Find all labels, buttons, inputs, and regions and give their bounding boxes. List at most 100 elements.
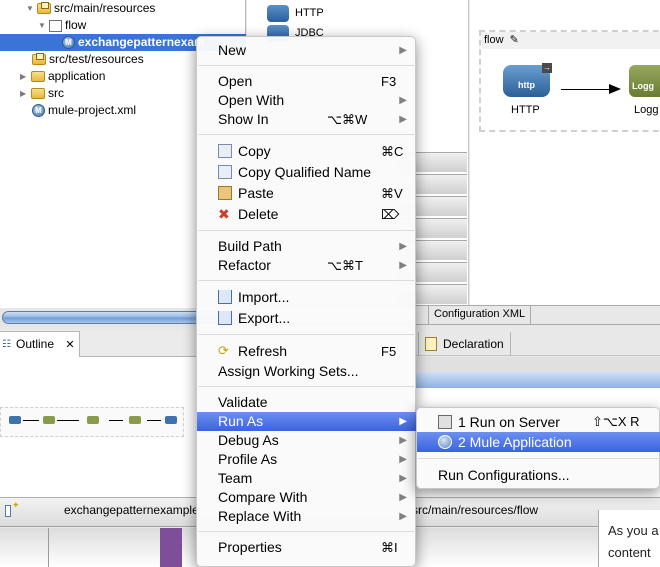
menu-separator bbox=[198, 280, 416, 281]
menu-item-profile-as[interactable]: Profile As ▶ bbox=[197, 450, 417, 469]
tree-item-label: mule-project.xml bbox=[48, 103, 137, 117]
menu-item-copy[interactable]: Copy ⌘C bbox=[197, 142, 417, 161]
tree-item-label: flow bbox=[65, 18, 87, 32]
http-node-label: HTTP bbox=[511, 104, 540, 116]
outline-flow-thumbnail[interactable] bbox=[0, 407, 184, 437]
tree-item-src[interactable]: ▶ src bbox=[20, 85, 64, 102]
new-window-icon[interactable] bbox=[5, 505, 11, 517]
expand-triangle-icon[interactable]: ▼ bbox=[38, 21, 47, 30]
menu-item-label: Refactor bbox=[218, 257, 271, 273]
menu-shortcut: F3 bbox=[381, 74, 397, 89]
submenu-item-mule-application[interactable]: 2 Mule Application bbox=[417, 432, 660, 452]
menu-shortcut: ⌥⌘T bbox=[327, 258, 363, 273]
menu-item-open[interactable]: Open F3 bbox=[197, 72, 417, 91]
menu-item-new[interactable]: New ▶ bbox=[197, 41, 417, 60]
outline-icon: ☷ bbox=[2, 339, 11, 350]
http-node[interactable]: http → bbox=[503, 63, 552, 97]
tree-item-label: application bbox=[48, 69, 106, 83]
menu-item-label: Properties bbox=[218, 539, 282, 555]
mini-arrow bbox=[57, 420, 79, 421]
menu-item-label: Open With bbox=[218, 92, 285, 108]
mini-arrow bbox=[23, 420, 39, 421]
menu-item-label: Build Path bbox=[218, 238, 282, 254]
tree-item-src-main-resources[interactable]: ▼ src/main/resources bbox=[26, 0, 155, 17]
properties-toolbar bbox=[416, 357, 660, 372]
tab-declaration[interactable]: Declaration bbox=[418, 332, 511, 356]
tab-outline[interactable]: ☷ Outline ✕ bbox=[0, 331, 80, 357]
properties-header bbox=[416, 372, 660, 388]
menu-item-replace-with[interactable]: Replace With ▶ bbox=[197, 507, 417, 526]
expand-triangle-icon[interactable]: ▼ bbox=[26, 4, 35, 13]
menu-item-paste[interactable]: Paste ⌘V bbox=[197, 184, 417, 203]
menu-item-debug-as[interactable]: Debug As ▶ bbox=[197, 431, 417, 450]
menu-item-copy-qualified-name[interactable]: Copy Qualified Name bbox=[197, 163, 417, 182]
tree-item-mule-project-xml[interactable]: M mule-project.xml bbox=[32, 102, 136, 119]
submenu-item-label: 2 Mule Application bbox=[458, 434, 572, 450]
tree-item-src-test-resources[interactable]: src/test/resources bbox=[32, 51, 144, 68]
menu-item-label: Compare With bbox=[218, 489, 308, 505]
flow-container[interactable]: flow ✎ http → HTTP Logg Logg bbox=[479, 30, 660, 132]
menu-item-properties[interactable]: Properties ⌘I bbox=[197, 538, 417, 557]
menu-item-validate[interactable]: Validate bbox=[197, 393, 417, 412]
mini-arrow bbox=[147, 420, 161, 421]
flow-arrow-head bbox=[609, 84, 621, 94]
menu-item-team[interactable]: Team ▶ bbox=[197, 469, 417, 488]
menu-item-label: Show In bbox=[218, 111, 269, 127]
menu-shortcut: ⌦ bbox=[381, 207, 400, 222]
palette-item-label: HTTP bbox=[295, 7, 324, 19]
context-menu: New ▶ Open F3 Open With ▶ Show In ⌥⌘W ▶ Copy ⌘… bbox=[196, 36, 417, 567]
menu-shortcut: ⌘I bbox=[381, 540, 398, 555]
submenu-arrow-icon: ▶ bbox=[399, 114, 407, 125]
palette-item-http[interactable]: HTTP bbox=[267, 3, 324, 23]
menu-item-run-as[interactable]: Run As ▶ bbox=[197, 412, 417, 431]
package-folder-icon bbox=[37, 2, 51, 14]
submenu-arrow-icon: ▶ bbox=[399, 45, 407, 56]
submenu-arrow-icon: ▶ bbox=[399, 454, 407, 465]
status-project: exchangepatternexample bbox=[64, 503, 199, 517]
tab-configuration-xml[interactable]: Configuration XML bbox=[428, 305, 532, 325]
menu-item-export[interactable]: Export... bbox=[197, 309, 417, 328]
divider bbox=[48, 528, 49, 567]
submenu-arrow-icon: ▶ bbox=[399, 241, 407, 252]
import-icon bbox=[218, 290, 232, 304]
globe-icon bbox=[267, 4, 289, 22]
doc-text-line: As you a bbox=[608, 523, 659, 538]
edit-icon[interactable]: ✎ bbox=[510, 34, 519, 46]
logger-node-icon-text: Logg bbox=[632, 81, 654, 91]
menu-item-delete[interactable]: ✖ Delete ⌦ bbox=[197, 205, 417, 224]
menu-item-import[interactable]: Import... bbox=[197, 288, 417, 307]
flow-arrow bbox=[561, 89, 613, 90]
menu-item-show-in[interactable]: Show In ⌥⌘W ▶ bbox=[197, 110, 417, 129]
collapse-triangle-icon[interactable]: ▶ bbox=[20, 89, 29, 98]
logger-node-label: Logg bbox=[634, 104, 659, 116]
logger-node[interactable]: Logg bbox=[629, 65, 660, 97]
menu-item-refresh[interactable]: ⟳ Refresh F5 bbox=[197, 342, 417, 361]
fast-view-icon[interactable]: ✦ bbox=[12, 500, 20, 511]
submenu-item-label: Run Configurations... bbox=[438, 467, 570, 483]
menu-shortcut: ⌘C bbox=[381, 144, 404, 159]
menu-item-label: New bbox=[218, 42, 247, 58]
close-icon[interactable]: ✕ bbox=[65, 339, 74, 351]
menu-shortcut: ⇧⌥X R bbox=[592, 414, 640, 429]
mule-icon bbox=[438, 435, 452, 449]
menu-item-refactor[interactable]: Refactor ⌥⌘T ▶ bbox=[197, 256, 417, 275]
tree-item-flow[interactable]: ▼ flow bbox=[38, 17, 86, 34]
menu-item-build-path[interactable]: Build Path ▶ bbox=[197, 237, 417, 256]
menu-item-label: Team bbox=[218, 470, 253, 486]
mule-file-icon: M bbox=[32, 104, 45, 117]
menu-item-label: Debug As bbox=[218, 432, 279, 448]
submenu-item-run-on-server[interactable]: 1 Run on Server ⇧⌥X R bbox=[417, 412, 660, 432]
tree-item-application[interactable]: ▶ application bbox=[20, 68, 105, 85]
menu-item-compare-with[interactable]: Compare With ▶ bbox=[197, 488, 417, 507]
submenu-arrow-icon: ▶ bbox=[399, 416, 407, 427]
menu-item-label: Delete bbox=[238, 206, 279, 222]
submenu-item-run-configurations[interactable]: Run Configurations... bbox=[417, 465, 660, 485]
mini-node bbox=[9, 416, 21, 424]
menu-item-assign-working-sets[interactable]: Assign Working Sets... bbox=[197, 362, 417, 381]
doc-text-line: content bbox=[608, 545, 651, 560]
folder-icon bbox=[31, 71, 45, 82]
menu-item-open-with[interactable]: Open With ▶ bbox=[197, 91, 417, 110]
collapse-triangle-icon[interactable]: ▶ bbox=[20, 72, 29, 81]
copy-qualified-icon bbox=[218, 165, 232, 179]
flow-header: flow ✎ bbox=[481, 32, 660, 49]
